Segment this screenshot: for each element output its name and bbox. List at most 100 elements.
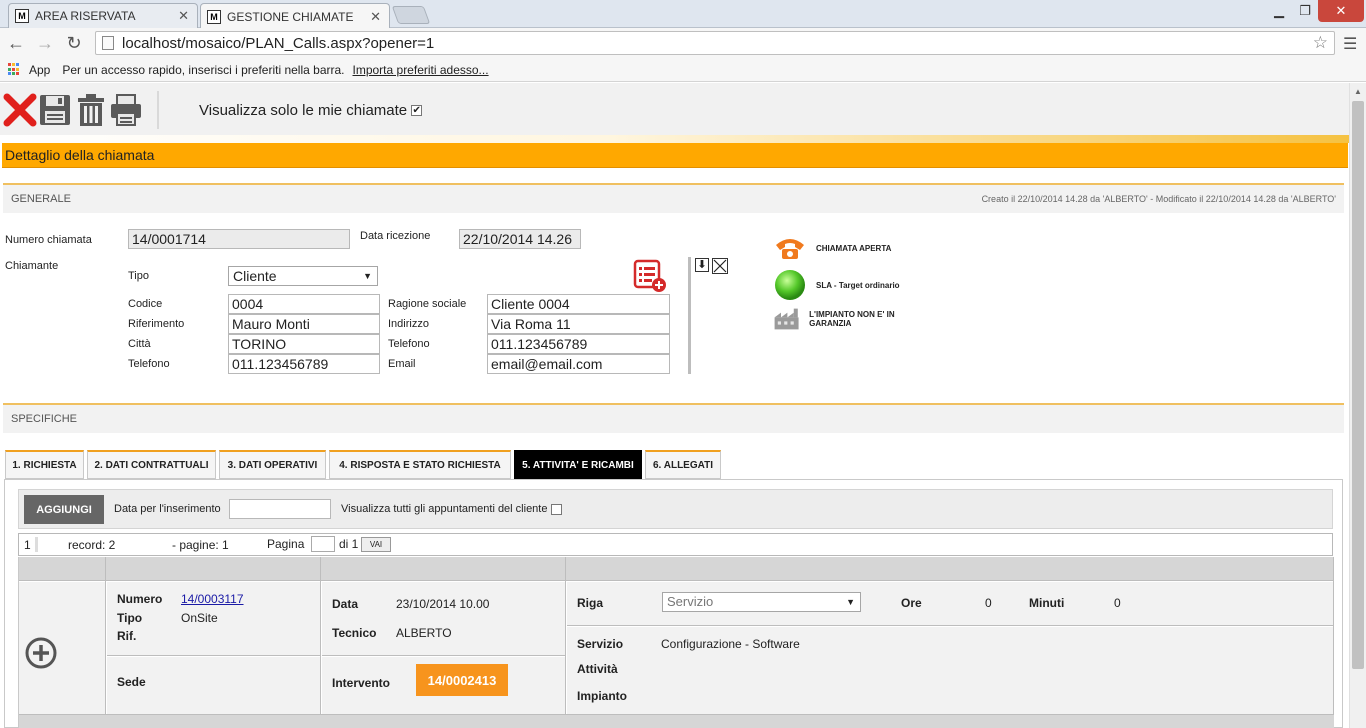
rif-label: Rif. [117, 629, 137, 643]
restore-icon[interactable]: ❐ [1292, 0, 1318, 22]
data-ricezione-field[interactable]: 22/10/2014 14.26 [459, 229, 581, 249]
riferimento-label: Riferimento [128, 318, 185, 330]
save-icon[interactable] [38, 93, 72, 127]
pager-page-count: - pagine: 1 [172, 538, 229, 552]
vertical-scrollbar[interactable]: ▲ [1349, 83, 1366, 728]
bookmark-star-icon[interactable]: ☆ [1313, 33, 1328, 53]
riga-select[interactable]: Servizio ▼ [662, 592, 861, 612]
trash-icon[interactable] [74, 93, 108, 127]
import-bookmarks-link[interactable]: Importa preferiti adesso... [353, 63, 489, 77]
close-icon[interactable] [3, 93, 37, 127]
show-all-appointments: Visualizza tutti gli appuntamenti del cl… [341, 503, 563, 515]
browser-tab-gestione-chiamate[interactable]: M GESTIONE CHIAMATE ✕ [200, 3, 390, 29]
pager-page-index[interactable]: 1 [24, 538, 31, 552]
scroll-up-icon[interactable]: ▲ [1354, 87, 1362, 96]
add-list-icon[interactable] [633, 259, 667, 293]
tab-close-icon[interactable]: ✕ [370, 9, 381, 25]
tab-risposta-stato[interactable]: 4. RISPOSTA E STATO RICHIESTA [329, 450, 511, 479]
pager-page-input[interactable] [311, 536, 335, 552]
citta-field[interactable]: TORINO [228, 334, 380, 354]
tab-dati-contrattuali[interactable]: 2. DATI CONTRATTUALI [87, 450, 216, 479]
section-title: GENERALE [11, 193, 71, 205]
tab-close-icon[interactable]: ✕ [178, 8, 189, 24]
expand-plus-icon[interactable] [24, 636, 58, 670]
add-activity-bar: AGGIUNGI Data per l'inserimento Visualiz… [18, 489, 1333, 529]
new-tab-button[interactable] [391, 6, 431, 24]
tab-richiesta[interactable]: 1. RICHIESTA [5, 450, 84, 479]
tab-dati-operativi[interactable]: 3. DATI OPERATIVI [219, 450, 326, 479]
add-button[interactable]: AGGIUNGI [24, 495, 104, 524]
telefono-field-2[interactable]: 011.123456789 [487, 334, 670, 354]
menu-icon[interactable]: ☰ [1343, 34, 1357, 54]
intervento-label: Intervento [332, 676, 391, 690]
tab-attivita-ricambi[interactable]: 5. ATTIVITA' E RICAMBI [514, 450, 642, 479]
section-generale-header: GENERALE Creato il 22/10/2014 14.28 da '… [3, 183, 1344, 213]
page-icon [102, 36, 114, 50]
window-close-icon[interactable]: ✕ [1318, 0, 1364, 22]
intervento-button[interactable]: 14/0002413 [416, 664, 508, 696]
email-field[interactable]: email@email.com [487, 354, 670, 374]
numero-chiamata-field[interactable]: 14/0001714 [128, 229, 350, 249]
url-input[interactable]: localhost/mosaico/PLAN_Calls.aspx?opener… [95, 31, 1335, 55]
address-bar: ← → ↻ localhost/mosaico/PLAN_Calls.aspx?… [0, 28, 1366, 58]
back-icon[interactable]: ← [5, 32, 27, 54]
arrow-down-icon[interactable]: ⬇ [695, 258, 709, 272]
telefono-label-2: Telefono [388, 338, 430, 350]
app-toolbar: Visualizza solo le mie chiamate ✔ [0, 83, 1349, 135]
citta-label: Città [128, 338, 151, 350]
status-sla: SLA - Target ordinario [773, 269, 900, 301]
ragione-sociale-field[interactable]: Cliente 0004 [487, 294, 670, 314]
browser-tab-strip: M AREA RISERVATA ✕ M GESTIONE CHIAMATE ✕… [0, 0, 1366, 29]
tipo-label: Tipo [117, 611, 143, 625]
factory-icon [774, 308, 799, 330]
status-chiamata: CHIAMATA APERTA [773, 235, 891, 261]
codice-field[interactable]: 0004 [228, 294, 380, 314]
telefono-label: Telefono [128, 358, 170, 370]
status-garanzia-text: L'IMPIANTO NON E' IN GARANZIA [809, 310, 895, 328]
tab-allegati[interactable]: 6. ALLEGATI [645, 450, 721, 479]
riferimento-field[interactable]: Mauro Monti [228, 314, 380, 334]
splitter-bar[interactable] [688, 257, 691, 374]
email-label: Email [388, 358, 416, 370]
only-mine-checkbox[interactable]: ✔ [411, 105, 423, 116]
data-inserimento-input[interactable] [229, 499, 331, 519]
indirizzo-field[interactable]: Via Roma 11 [487, 314, 670, 334]
browser-tab-area-riservata[interactable]: M AREA RISERVATA ✕ [8, 3, 198, 28]
apps-grid-icon[interactable] [8, 63, 21, 76]
activity-number-link[interactable]: 14/0003117 [181, 592, 244, 606]
minimize-icon[interactable]: ▁ [1266, 0, 1292, 22]
bookmarks-bar: App Per un accesso rapido, inserisci i p… [0, 58, 1366, 82]
numero-label: Numero [117, 592, 163, 606]
data-inserimento-label: Data per l'inserimento [114, 503, 221, 515]
page-content: Visualizza solo le mie chiamate ✔ Dettag… [0, 83, 1349, 728]
chevron-down-icon: ▼ [363, 271, 372, 281]
chevron-down-icon: ▼ [846, 597, 855, 607]
tab-label: GESTIONE CHIAMATE [227, 9, 354, 24]
pager: 1 record: 2 - pagine: 1 Pagina di 1 VAI [18, 533, 1333, 556]
show-all-label: Visualizza tutti gli appuntamenti del cl… [341, 503, 548, 515]
tipo-value: OnSite [181, 611, 218, 625]
remove-icon[interactable] [712, 258, 728, 274]
data-value: 23/10/2014 10.00 [396, 597, 490, 611]
tipo-select[interactable]: Cliente ▼ [228, 266, 378, 286]
pager-go-button[interactable]: VAI [361, 537, 391, 552]
print-icon[interactable] [109, 93, 143, 127]
status-garanzia: L'IMPIANTO NON E' IN GARANZIA [773, 305, 913, 333]
servizio-label: Servizio [577, 637, 624, 651]
telefono-field[interactable]: 011.123456789 [228, 354, 380, 374]
toolbar-separator [157, 91, 159, 129]
bookmark-apps[interactable]: App [29, 63, 50, 77]
forward-icon[interactable]: → [34, 32, 56, 54]
servizio-value: Configurazione - Software [661, 637, 800, 651]
page-title: Dettaglio della chiamata [2, 143, 1348, 168]
only-mine-toggle: Visualizza solo le mie chiamate ✔ [199, 102, 423, 119]
chiamante-label: Chiamante [5, 260, 59, 272]
show-all-checkbox[interactable] [551, 503, 563, 515]
only-mine-label: Visualizza solo le mie chiamate [199, 102, 408, 119]
pager-record-count: record: 2 [68, 538, 116, 552]
reload-icon[interactable]: ↻ [63, 32, 85, 54]
minuti-label: Minuti [1029, 596, 1065, 610]
ore-value: 0 [985, 596, 992, 610]
status-sla-text: SLA - Target ordinario [816, 280, 900, 290]
scrollbar-thumb[interactable] [1352, 101, 1364, 669]
